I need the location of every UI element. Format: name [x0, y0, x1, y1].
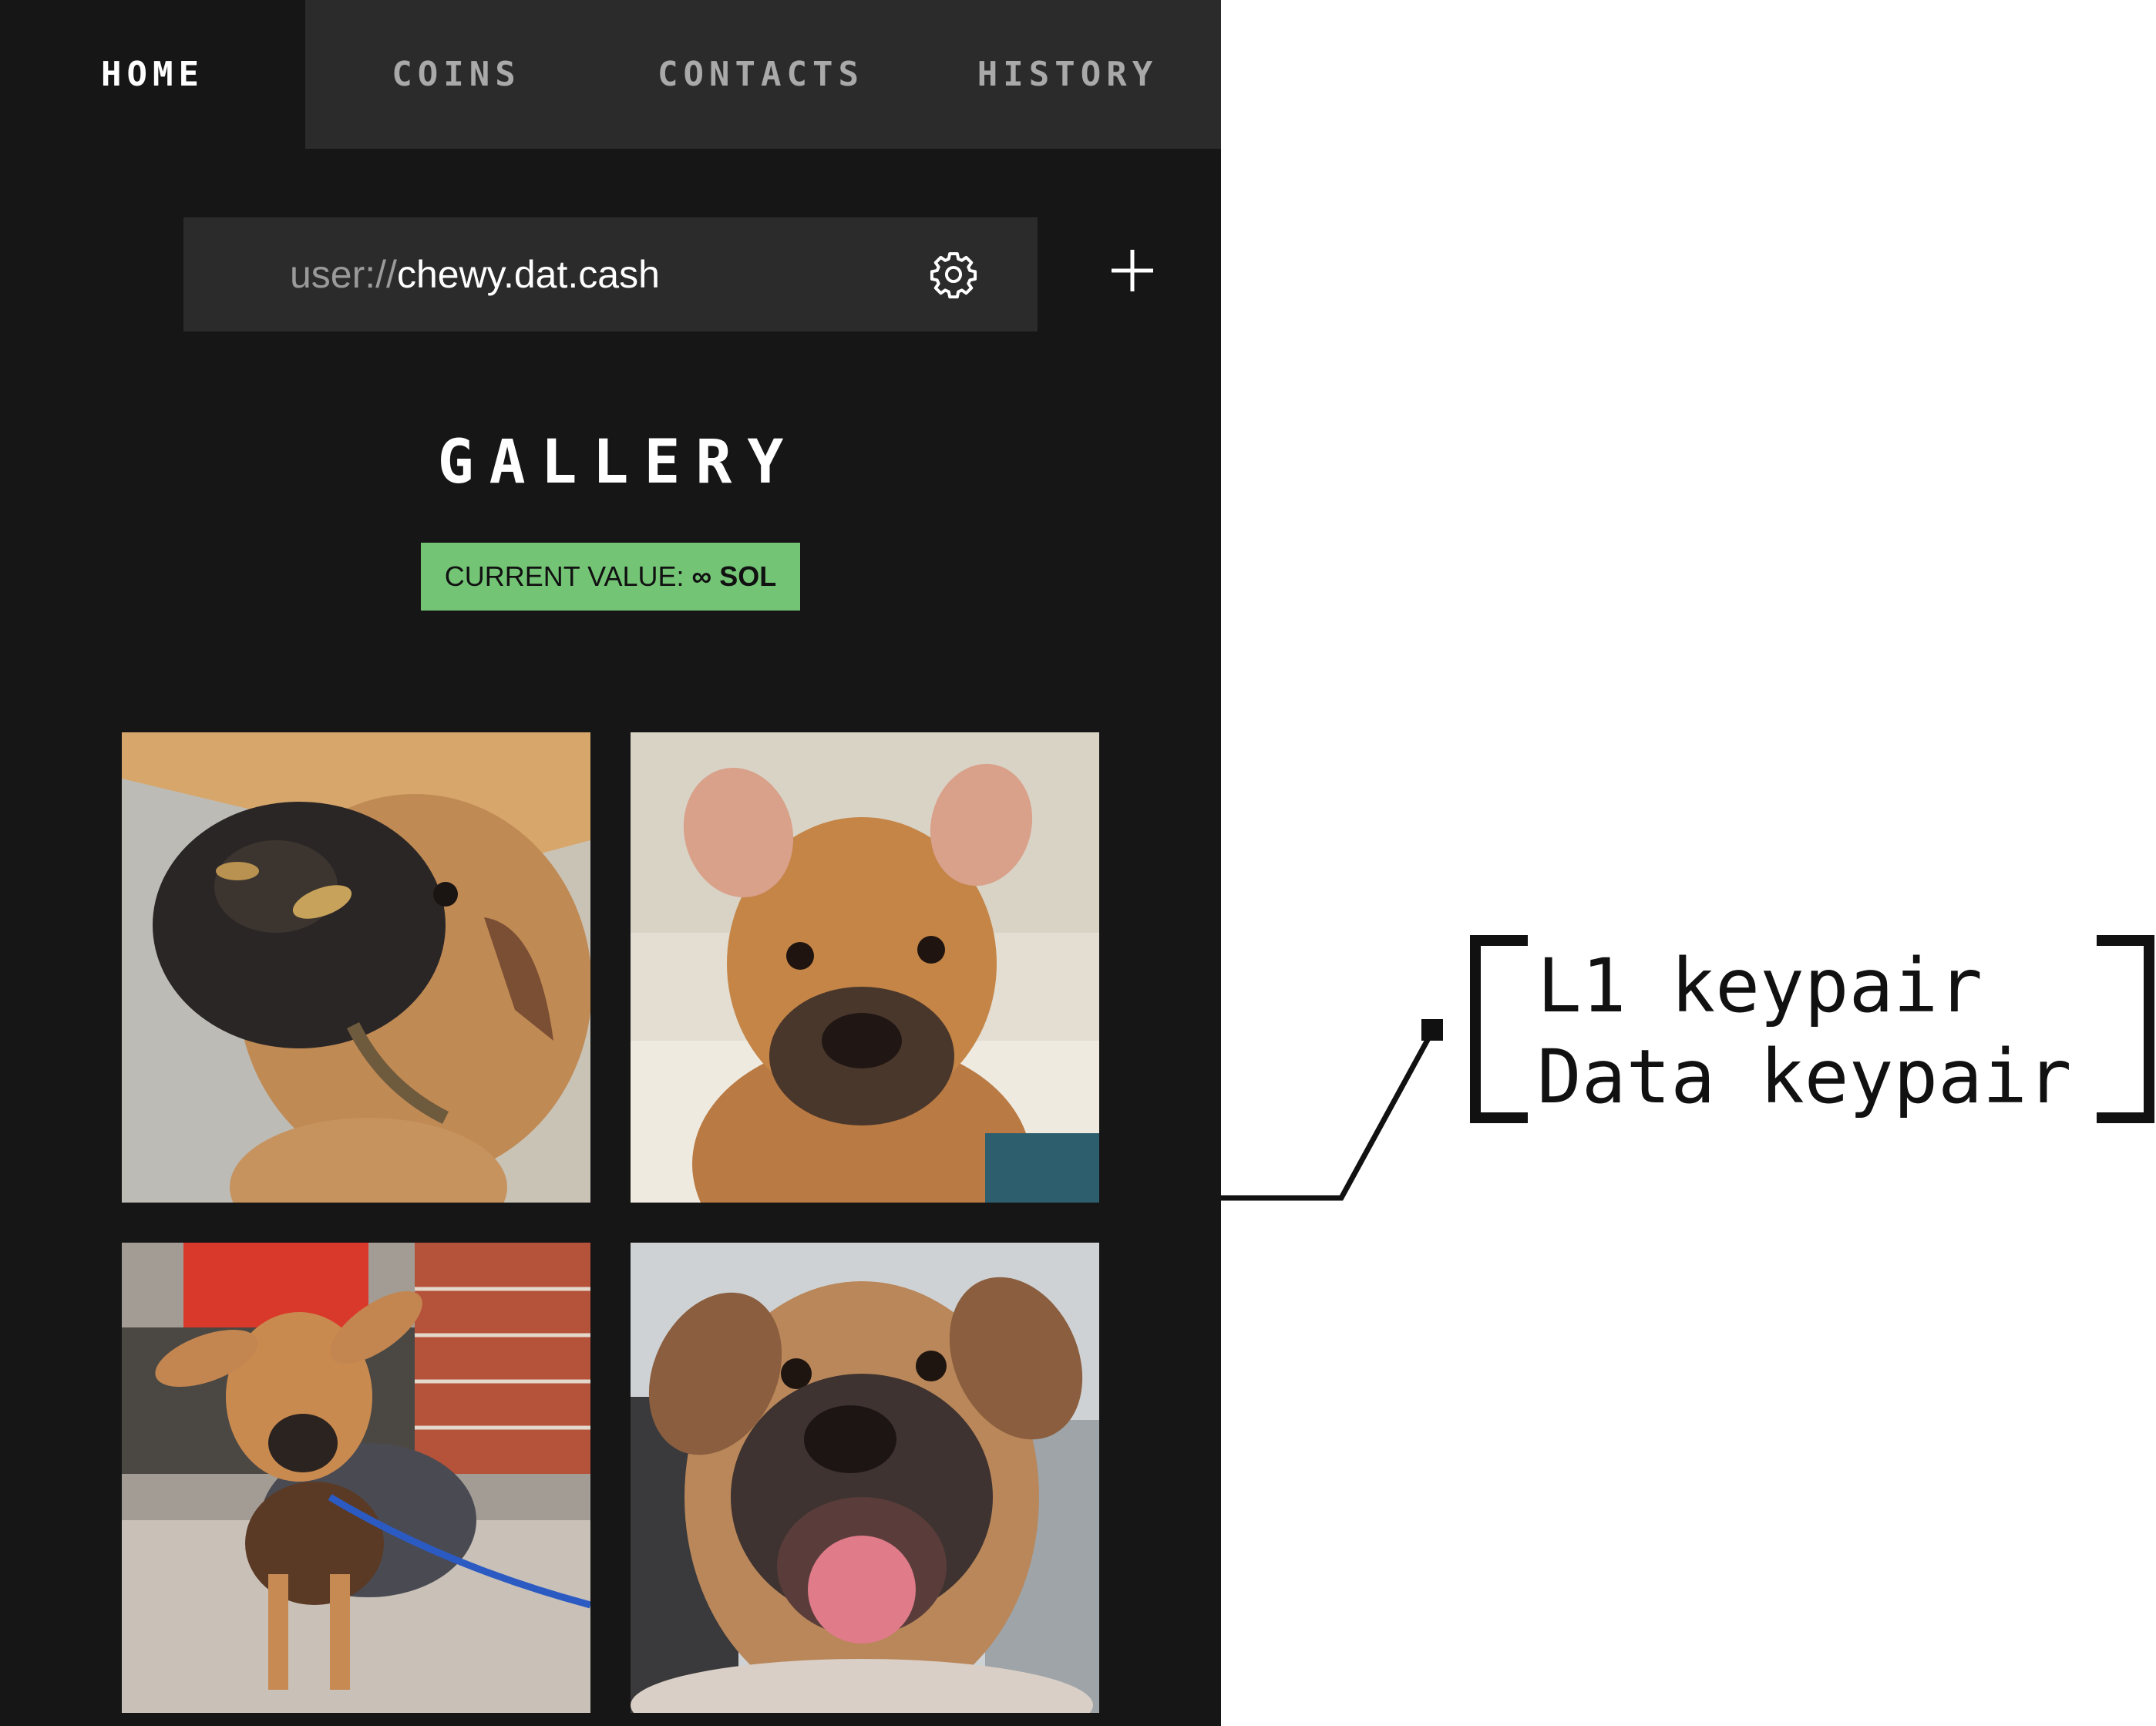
annotation-line-1: L1 keypair — [1537, 943, 1983, 1029]
annotation-line-2: Data keypair — [1537, 1034, 2072, 1120]
annotation-label: L1 keypair Data keypair — [1537, 940, 2072, 1122]
annotation-connector — [1221, 935, 2154, 1201]
